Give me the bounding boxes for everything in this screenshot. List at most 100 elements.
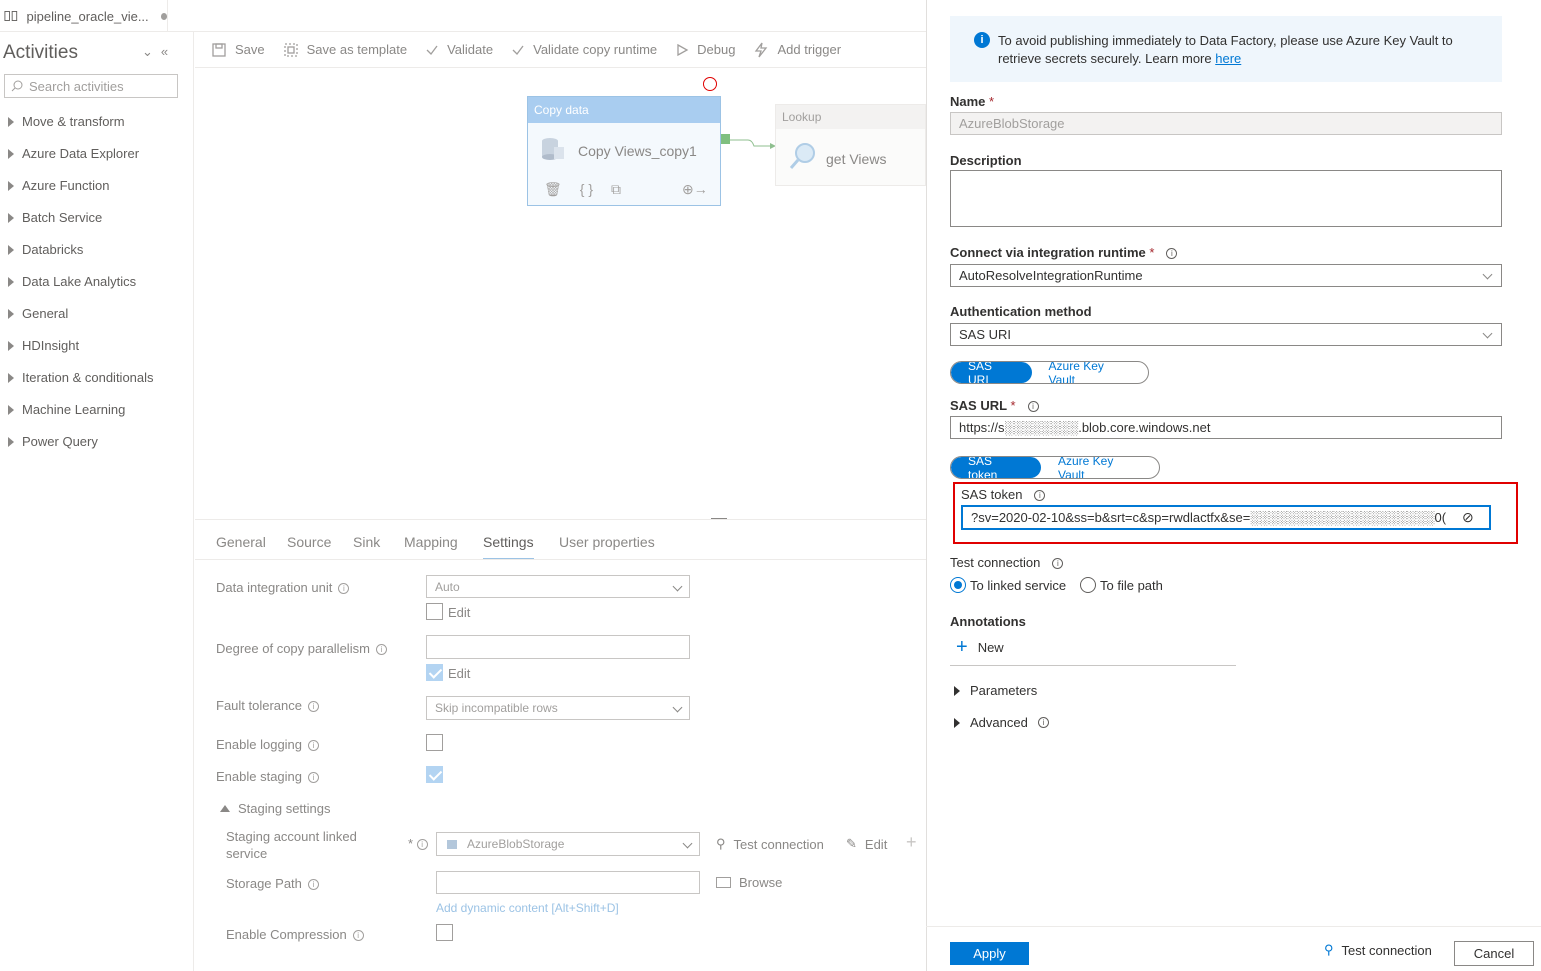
search-placeholder: Search activities	[29, 78, 124, 94]
hide-password-icon[interactable]: ⊘	[1462, 509, 1474, 526]
activity-category[interactable]: Databricks	[8, 242, 83, 257]
parallelism-input[interactable]	[426, 635, 690, 659]
auth-method-label: Authentication method	[950, 304, 1092, 319]
fault-tolerance-select[interactable]: Skip incompatible rows	[426, 696, 690, 720]
sas-token-input[interactable]: ?sv=2020-02-10&ss=b&srt=c&sp=rwdlactfx&s…	[961, 505, 1491, 530]
test-connection-button[interactable]: ⚲ Test connection	[1324, 942, 1432, 958]
staging-settings-toggle[interactable]: Staging settings	[220, 801, 331, 816]
activity-category-label: Iteration & conditionals	[22, 370, 154, 385]
activity-category[interactable]: Data Lake Analytics	[8, 274, 136, 289]
radio-linked-service[interactable]	[950, 577, 966, 593]
expand-triangle-icon	[8, 436, 14, 447]
save-button[interactable]: Save	[211, 42, 265, 58]
expand-triangle-icon	[8, 404, 14, 415]
activity-category[interactable]: Azure Data Explorer	[8, 146, 139, 161]
storage-path-label: Storage Path i	[226, 876, 319, 891]
token-key-vault-option[interactable]: Azure Key Vault	[1041, 457, 1159, 478]
dynamic-content-link[interactable]: Add dynamic content [Alt+Shift+D]	[436, 901, 619, 915]
activity-category[interactable]: Machine Learning	[8, 402, 125, 417]
pipeline-toolbar: Save Save as template Validate Validate …	[195, 32, 926, 68]
logging-checkbox[interactable]	[426, 734, 443, 751]
lookup-type-label: Lookup	[776, 105, 925, 129]
save-as-template-button[interactable]: Save as template	[283, 42, 407, 58]
diu-edit-checkbox[interactable]	[426, 603, 443, 620]
chevron-down-icon	[1482, 269, 1493, 280]
advanced-section[interactable]: Advanced i	[954, 715, 1049, 730]
search-activities-input[interactable]: Search activities	[4, 74, 178, 98]
browse-button[interactable]: Browse	[716, 875, 782, 890]
runtime-value: AutoResolveIntegrationRuntime	[959, 268, 1143, 283]
tab-general[interactable]: General	[216, 534, 266, 550]
lookup-activity[interactable]: Lookup get Views	[775, 104, 926, 186]
fault-tolerance-label: Fault tolerance i	[216, 698, 319, 713]
debug-label: Debug	[697, 42, 736, 57]
tab-sink[interactable]: Sink	[353, 534, 380, 550]
debug-button[interactable]: Debug	[675, 42, 735, 57]
code-icon[interactable]: { }	[580, 181, 593, 198]
tab-settings[interactable]: Settings	[483, 534, 534, 560]
cancel-button[interactable]: Cancel	[1454, 941, 1534, 966]
delete-icon[interactable]: 🗑	[544, 181, 562, 198]
staging-label: Enable staging i	[216, 769, 320, 784]
tab-bar: pipeline_oracle_vie...	[0, 0, 926, 32]
info-banner: To avoid publishing immediately to Data …	[950, 16, 1502, 82]
sas-token-option[interactable]: SAS token	[951, 457, 1041, 478]
plus-icon: +	[956, 636, 968, 658]
key-vault-option[interactable]: Azure Key Vault	[1032, 362, 1148, 383]
collapse-all-icon[interactable]: ⌄	[142, 44, 161, 59]
activity-category[interactable]: Iteration & conditionals	[8, 370, 154, 385]
checkmark-icon	[426, 45, 438, 55]
staging-edit-button[interactable]: ✎ Edit	[846, 836, 887, 852]
validate-button[interactable]: Validate	[425, 42, 493, 57]
tab-mapping[interactable]: Mapping	[404, 534, 458, 550]
compression-label: Enable Compression i	[226, 927, 364, 942]
radio-linked-service-label: To linked service	[970, 578, 1067, 593]
add-trigger-button[interactable]: Add trigger	[753, 42, 841, 58]
storage-path-input[interactable]	[436, 871, 700, 894]
add-icon[interactable]: +	[906, 832, 917, 853]
pipeline-tab[interactable]: pipeline_oracle_vie...	[0, 0, 168, 32]
name-input[interactable]: AzureBlobStorage	[950, 112, 1502, 135]
add-output-icon[interactable]: ⊕→	[682, 181, 708, 198]
learn-more-link[interactable]: here	[1215, 51, 1241, 66]
parallelism-edit-checkbox[interactable]	[426, 664, 443, 681]
apply-button[interactable]: Apply	[950, 942, 1029, 965]
activity-category[interactable]: General	[8, 306, 68, 321]
activity-category-label: Power Query	[22, 434, 98, 449]
validate-copy-runtime-button[interactable]: Validate copy runtime	[511, 42, 657, 57]
validate-copy-label: Validate copy runtime	[533, 42, 658, 57]
success-connector[interactable]	[721, 134, 730, 144]
copy-data-activity[interactable]: Copy data Copy Views_copy1 🗑 { } ⧉ ⊕→	[527, 96, 721, 206]
staging-account-select[interactable]: AzureBlobStorage	[436, 832, 700, 856]
activity-category[interactable]: Power Query	[8, 434, 98, 449]
collapse-controls[interactable]: ⌄«	[142, 44, 176, 60]
test-connection-button-label: Test connection	[1341, 942, 1432, 958]
diu-value: Auto	[435, 580, 460, 594]
hide-pane-icon[interactable]: «	[161, 44, 176, 59]
parameters-section[interactable]: Parameters	[954, 683, 1037, 698]
compression-checkbox[interactable]	[436, 924, 453, 941]
sas-url-input[interactable]: https://s░░░░░░░░.blob.core.windows.net	[950, 416, 1502, 439]
radio-file-path[interactable]	[1080, 577, 1096, 593]
sas-uri-toggle: SAS URI Azure Key Vault	[950, 361, 1149, 384]
diu-select[interactable]: Auto	[426, 575, 690, 598]
description-textarea[interactable]	[950, 170, 1502, 227]
staging-test-connection-button[interactable]: ⚲ Test connection	[716, 836, 824, 852]
staging-account-label: Staging account linked service	[226, 829, 357, 861]
tab-source[interactable]: Source	[287, 534, 331, 550]
sas-uri-option[interactable]: SAS URI	[951, 362, 1032, 383]
activity-category[interactable]: Azure Function	[8, 178, 109, 193]
copy-icon[interactable]: ⧉	[611, 181, 621, 198]
auth-method-select[interactable]: SAS URI	[950, 323, 1502, 346]
error-indicator-icon[interactable]	[703, 77, 717, 91]
runtime-select[interactable]: AutoResolveIntegrationRuntime	[950, 264, 1502, 287]
activity-category[interactable]: HDInsight	[8, 338, 79, 353]
activity-category[interactable]: Batch Service	[8, 210, 102, 225]
footer-divider	[926, 926, 1541, 927]
tab-user-properties[interactable]: User properties	[559, 534, 655, 550]
new-annotation-button[interactable]: + New	[956, 636, 1004, 659]
play-icon	[677, 43, 689, 56]
activity-category[interactable]: Move & transform	[8, 114, 125, 129]
staging-checkbox[interactable]	[426, 766, 443, 783]
copy-activity-name: Copy Views_copy1	[578, 143, 697, 159]
